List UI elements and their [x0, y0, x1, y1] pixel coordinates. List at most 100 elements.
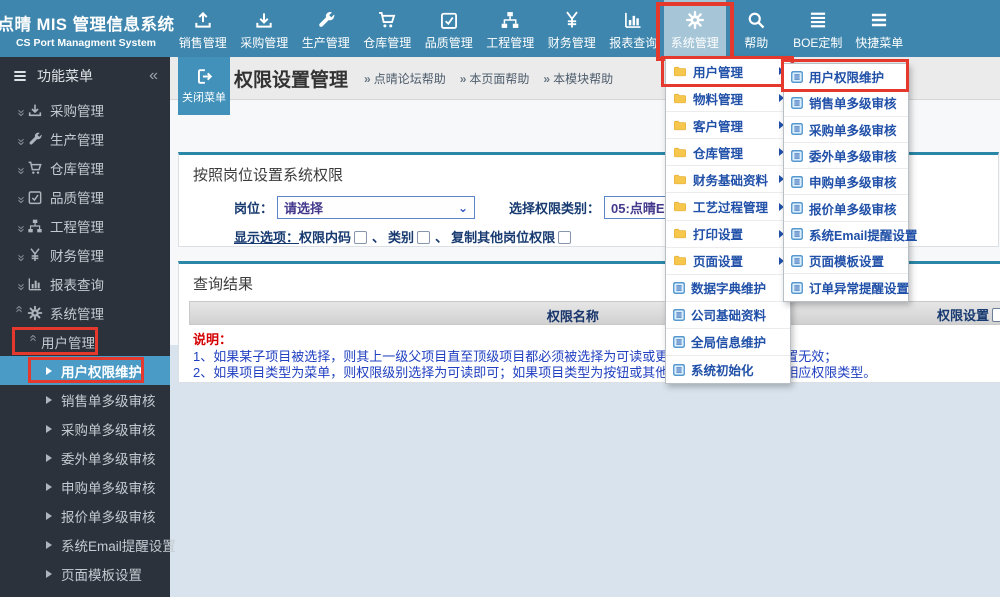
sidebar-item-production[interactable]: « 生产管理	[0, 124, 170, 153]
nav-quick-menu[interactable]: 快捷菜单	[849, 0, 911, 57]
check-square-icon	[28, 190, 42, 204]
option-copy-perm-label: 复制其他岗位权限	[451, 230, 556, 245]
nav-system[interactable]: 系统管理	[656, 0, 734, 61]
sidebar-item-user-perm-label: 用户权限维护	[61, 364, 142, 380]
sidebar-item-system[interactable]: « 系统管理	[0, 298, 170, 327]
nav-engineering-label: 工程管理	[486, 35, 535, 50]
sidebar-item-finance-label: 财务管理	[50, 248, 104, 264]
doc-icon	[791, 228, 803, 241]
submenu-item-email-alert-label: 系统Email提醒设置	[809, 228, 918, 243]
display-options: 权限内码、类别、复制其他岗位权限	[299, 227, 573, 246]
close-menu-label: 关闭菜单	[182, 92, 226, 104]
nav-help-label: 帮助	[744, 35, 769, 50]
sidebar-item-email-alert[interactable]: 系统Email提醒设置	[0, 530, 176, 559]
sidebar-item-production-label: 生产管理	[50, 132, 104, 148]
submenu-item-outsource-audit[interactable]: 委外单多级审核	[784, 143, 908, 170]
sidebar-item-sales-audit[interactable]: 销售单多级审核	[0, 385, 170, 414]
folder-icon	[674, 93, 686, 103]
menu-item-process-mgmt[interactable]: 工艺过程管理	[666, 193, 790, 221]
nav-finance[interactable]: 财务管理	[541, 0, 603, 57]
sidebar-item-order-alert[interactable]: 订单异常提醒设置	[0, 588, 170, 597]
sidebar-menu-list: « 采购管理 « 生产管理 « 仓库管理 « 品质管理 « 工程管理 « 财务管理 « 报表查询 « 系统管理…	[0, 95, 176, 597]
chevron-down-icon: ⌄	[457, 200, 469, 215]
menu-item-process-mgmt-label: 工艺过程管理	[693, 201, 769, 216]
sidebar-header: 功能菜单 «	[0, 57, 170, 95]
checkbox-perm-set-header[interactable]	[992, 307, 1000, 322]
menu-item-print-settings[interactable]: 打印设置	[666, 221, 790, 248]
doc-icon	[791, 281, 803, 294]
nav-production[interactable]: 生产管理	[295, 0, 357, 57]
nav-sales[interactable]: 销售管理	[172, 0, 234, 57]
menu-item-global-info-label: 全局信息维护	[691, 336, 767, 351]
doc-icon	[791, 175, 803, 188]
submenu-item-order-alert[interactable]: 订单异常提醒设置	[784, 274, 909, 300]
sidebar-item-reports[interactable]: « 报表查询	[0, 269, 170, 298]
menu-item-company-base[interactable]: 公司基础资料	[666, 302, 790, 329]
checkbox-category[interactable]	[417, 231, 431, 244]
sidebar-collapse-icon[interactable]: «	[149, 67, 158, 85]
caret-right-icon	[46, 395, 52, 404]
sidebar-item-quote-audit[interactable]: 报价单多级审核	[0, 501, 170, 530]
checkbox-perm-code[interactable]	[354, 231, 368, 244]
menu-item-system-init[interactable]: 系统初始化	[666, 356, 790, 383]
breadcrumb-link-3[interactable]: » 本模块帮助	[543, 70, 613, 87]
sidebar-item-outsource-audit[interactable]: 委外单多级审核	[0, 443, 170, 472]
post-select[interactable]: 请选择 ⌄	[277, 196, 476, 219]
sidebar-item-engineering[interactable]: « 工程管理	[0, 211, 170, 240]
sidebar-item-purchase[interactable]: « 采购管理	[0, 95, 170, 124]
submenu-item-email-alert[interactable]: 系统Email提醒设置	[784, 222, 917, 249]
doc-icon	[791, 254, 803, 267]
sidebar-item-warehouse[interactable]: « 仓库管理	[0, 153, 170, 182]
note-label: 说明：	[193, 332, 233, 347]
doc-icon	[791, 97, 803, 109]
menu-item-user-mgmt[interactable]: 用户管理	[661, 56, 794, 87]
nav-boe-label: BOE定制	[793, 35, 843, 50]
nav-purchase[interactable]: 采购管理	[234, 0, 296, 57]
submenu-item-purchase-audit[interactable]: 采购单多级审核	[784, 117, 908, 143]
menu-item-finance-base[interactable]: 财务基础资料	[666, 166, 790, 194]
breadcrumb-link-2[interactable]: » 本页面帮助	[460, 70, 530, 87]
sidebar-item-purchase-label: 采购管理	[50, 103, 104, 119]
menu-item-print-settings-label: 打印设置	[693, 228, 744, 243]
menu-item-material-mgmt[interactable]: 物料管理	[666, 85, 790, 113]
submenu-item-user-perm[interactable]: 用户权限维护	[781, 59, 909, 92]
submenu-item-outsource-audit-label: 委外单多级审核	[809, 150, 897, 165]
sidebar-item-quality[interactable]: « 品质管理	[0, 182, 170, 211]
submenu-item-request-audit[interactable]: 申购单多级审核	[784, 169, 908, 196]
close-menu-button[interactable]: 关闭菜单	[178, 57, 230, 115]
nav-warehouse[interactable]: 仓库管理	[357, 0, 419, 57]
sidebar-item-order-alert-label: 订单异常提醒设置	[61, 593, 169, 597]
post-select-value: 请选择	[284, 201, 324, 216]
submenu-item-sales-audit[interactable]: 销售单多级审核	[784, 90, 908, 117]
menu-item-warehouse-mgmt[interactable]: 仓库管理	[666, 139, 790, 167]
sidebar-item-finance[interactable]: « 财务管理	[0, 240, 170, 269]
nav-quality[interactable]: 品质管理	[418, 0, 480, 57]
submenu-item-quote-audit[interactable]: 报价单多级审核	[784, 195, 908, 222]
nav-engineering[interactable]: 工程管理	[480, 0, 542, 57]
menu-item-data-dict[interactable]: 数据字典维护	[666, 275, 790, 302]
breadcrumb-link-1[interactable]: » 点晴论坛帮助	[364, 70, 446, 87]
chevron-down-icon: «	[12, 167, 28, 175]
nav-reports-label: 报表查询	[609, 35, 658, 50]
yen-icon	[30, 247, 40, 261]
upload-icon	[195, 11, 211, 28]
option-separator: 、	[435, 230, 449, 245]
sidebar-item-request-audit[interactable]: 申购单多级审核	[0, 472, 170, 501]
nav-boe[interactable]: BOE定制	[787, 0, 849, 57]
menu-item-customer-mgmt-label: 客户管理	[693, 119, 744, 134]
sidebar-item-reports-label: 报表查询	[50, 277, 104, 293]
menu-item-page-settings[interactable]: 页面设置	[666, 248, 790, 275]
sidebar-item-user-perm[interactable]: 用户权限维护	[0, 356, 170, 385]
sidebar-item-user-mgmt[interactable]: «用户管理	[0, 327, 170, 356]
nav-reports[interactable]: 报表查询	[603, 0, 665, 57]
download-icon	[28, 104, 42, 116]
nav-help[interactable]: 帮助	[726, 0, 788, 57]
menu-item-customer-mgmt[interactable]: 客户管理	[666, 112, 790, 140]
sidebar-item-page-template[interactable]: 页面模板设置	[0, 559, 170, 588]
sidebar-item-purchase-audit[interactable]: 采购单多级审核	[0, 414, 170, 443]
submenu-item-page-template-label: 页面模板设置	[809, 255, 885, 270]
menu-item-global-info[interactable]: 全局信息维护	[666, 329, 790, 357]
checkbox-copy-perm[interactable]	[558, 231, 572, 244]
note-line-2: 2、如果项目类型为菜单，则权限级别选择为可读即可；如果项目类型为按钮或其他控制功…	[193, 365, 877, 380]
submenu-item-page-template[interactable]: 页面模板设置	[784, 248, 908, 275]
